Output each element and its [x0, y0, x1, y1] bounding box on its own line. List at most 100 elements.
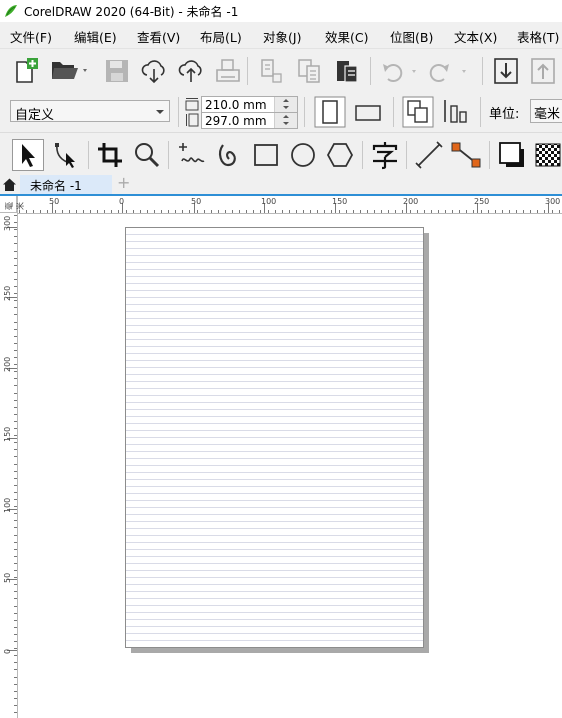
ruler-origin[interactable]: 毫米	[0, 196, 25, 213]
crop-tool-icon[interactable]	[94, 139, 126, 171]
polygon-tool-icon[interactable]	[324, 139, 356, 171]
ruler-tick	[14, 506, 17, 508]
publish-pdf-icon[interactable]	[333, 57, 361, 85]
zoom-tool-icon[interactable]	[131, 139, 163, 171]
page-size-value: 自定义	[15, 108, 55, 123]
ruler-tick	[14, 534, 17, 536]
page-height-field[interactable]: 297.0 mm	[201, 112, 298, 129]
ruler-tick	[33, 210, 35, 213]
ruler-tick	[14, 690, 17, 692]
ellipse-tool-icon[interactable]	[287, 139, 319, 171]
save-icon[interactable]	[104, 58, 130, 84]
add-tab-button[interactable]: +	[117, 173, 130, 192]
ruler-tick	[14, 456, 17, 458]
property-bar: 自定义 210.0 mm 297.0 mm 单位:	[0, 92, 562, 133]
width-stepper[interactable]	[274, 97, 297, 112]
ruler-tick	[523, 210, 525, 213]
ruler-label: 300	[3, 215, 12, 231]
ruler-tick	[14, 676, 17, 678]
ruler-tick	[14, 499, 17, 500]
document-page[interactable]	[125, 227, 424, 648]
rectangle-tool-icon[interactable]	[250, 139, 282, 171]
all-pages-icon[interactable]	[402, 96, 434, 128]
toolbar-separator	[393, 97, 394, 127]
ruler-tick	[189, 210, 191, 213]
open-folder-icon[interactable]	[50, 57, 90, 83]
portrait-orientation-icon[interactable]	[314, 96, 346, 128]
ruler-tick	[14, 399, 17, 401]
download-icon[interactable]	[493, 57, 519, 85]
units-value: 毫米	[534, 107, 561, 122]
new-document-icon[interactable]	[12, 56, 40, 84]
document-tab-bar: 未命名 -1 +	[0, 173, 562, 196]
ruler-label: 0	[119, 197, 125, 206]
menu-text[interactable]: 文本(X)	[454, 27, 497, 46]
menu-effects[interactable]: 效果(C)	[325, 27, 368, 46]
ruler-tick	[501, 210, 503, 213]
export-icon[interactable]	[296, 57, 324, 85]
ruler-tick	[168, 210, 170, 213]
print-icon[interactable]	[214, 58, 242, 84]
ruler-tick	[14, 591, 17, 593]
cloud-import-icon[interactable]	[140, 57, 168, 85]
drop-shadow-icon[interactable]	[496, 139, 528, 171]
ruler-tick	[40, 210, 42, 213]
ruler-tick	[374, 210, 375, 213]
menu-file[interactable]: 文件(F)	[10, 27, 52, 46]
ruler-tick	[14, 420, 17, 422]
menu-view[interactable]: 查看(V)	[137, 27, 180, 46]
undo-icon[interactable]	[378, 58, 420, 84]
ruler-tick	[402, 210, 404, 213]
ruler-tick	[203, 210, 205, 213]
home-icon[interactable]	[2, 177, 17, 195]
ruler-tick	[14, 342, 17, 344]
pick-tool-icon[interactable]	[12, 139, 44, 171]
vertical-ruler[interactable]: 300 250 200 150 100 50 0	[0, 196, 18, 718]
ruler-tick	[14, 271, 17, 273]
upload-icon[interactable]	[530, 57, 556, 85]
ruler-tick	[260, 210, 262, 213]
horizontal-ruler[interactable]: 50 0 50 100 150 200 250 300	[17, 196, 562, 214]
artistic-media-icon[interactable]	[213, 139, 245, 171]
page-height-icon	[185, 113, 199, 127]
dimension-tool-icon[interactable]	[413, 139, 445, 171]
cloud-export-icon[interactable]	[177, 57, 205, 85]
tab-document[interactable]: 未命名 -1	[20, 175, 112, 194]
ruler-tick	[537, 210, 539, 213]
connector-tool-icon[interactable]	[450, 139, 482, 171]
ruler-tick	[14, 477, 17, 479]
current-page-icon[interactable]	[440, 96, 472, 128]
redo-icon[interactable]	[428, 58, 470, 84]
import-icon[interactable]	[258, 57, 286, 85]
ruler-tick	[409, 210, 411, 213]
menu-table[interactable]: 表格(T)	[517, 27, 559, 46]
ruler-tick	[494, 210, 496, 213]
text-tool-icon[interactable]	[369, 139, 401, 171]
ruler-tick	[125, 210, 127, 213]
menu-edit[interactable]: 编辑(E)	[74, 27, 117, 46]
ruler-tick	[14, 697, 17, 699]
ruler-tick	[14, 442, 17, 444]
page-width-field[interactable]: 210.0 mm	[201, 96, 298, 113]
shape-tool-icon[interactable]	[50, 139, 82, 171]
menu-object[interactable]: 对象(J)	[263, 27, 301, 46]
height-stepper[interactable]	[274, 113, 297, 128]
page-size-select[interactable]: 自定义	[10, 100, 170, 123]
ruler-tick	[14, 605, 17, 607]
transparency-icon[interactable]	[533, 139, 561, 171]
menu-layout[interactable]: 布局(L)	[200, 27, 242, 46]
landscape-orientation-icon[interactable]	[352, 96, 384, 128]
ruler-tick	[14, 626, 17, 628]
ruler-tick	[61, 210, 63, 213]
ruler-tick	[111, 210, 113, 213]
ruler-tick	[182, 210, 184, 213]
freehand-tool-icon[interactable]	[175, 139, 207, 171]
units-select[interactable]: 毫米	[530, 99, 562, 123]
ruler-tick	[14, 449, 17, 451]
ruler-tick	[274, 210, 276, 213]
ruler-tick	[14, 463, 17, 465]
ruler-tick	[14, 641, 17, 642]
menu-bitmaps[interactable]: 位图(B)	[390, 27, 433, 46]
toolbar-separator	[168, 141, 169, 169]
ruler-tick	[14, 612, 17, 614]
